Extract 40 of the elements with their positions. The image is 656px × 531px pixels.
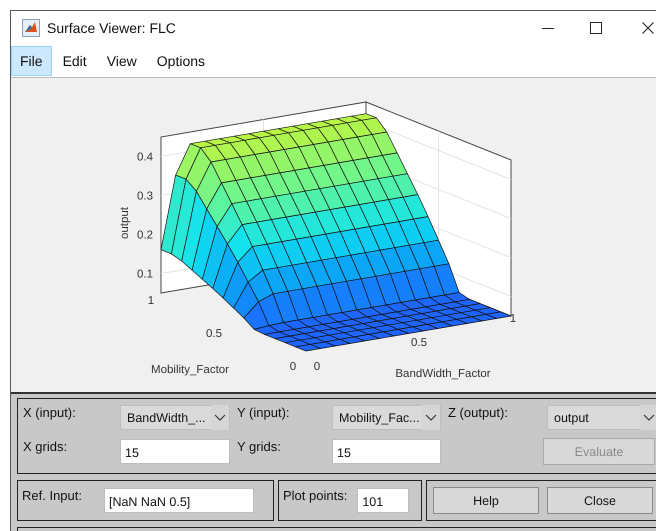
- dropdown[interactable]: Mobility_Fac...: [332, 405, 441, 430]
- caret-icon: [211, 405, 229, 430]
- dropdown[interactable]: BandWidth_...: [120, 405, 230, 430]
- menu-item[interactable]: File: [11, 46, 52, 76]
- app-logo-icon: [22, 19, 40, 37]
- field-label: X grids:: [23, 439, 68, 454]
- axis-tick-label: 0.5: [206, 328, 222, 340]
- field-label: Ref. Input:: [22, 488, 82, 503]
- field-label: Z (output):: [448, 405, 509, 420]
- menu-item[interactable]: Edit: [54, 46, 96, 76]
- field-label: Y grids:: [237, 439, 282, 454]
- axis-tick-label: 0.4: [137, 152, 153, 164]
- axis-tick-label: 0: [314, 361, 320, 373]
- close-icon[interactable]: [642, 22, 654, 34]
- dropdown[interactable]: output: [547, 405, 656, 430]
- field-label: X (input):: [23, 405, 77, 420]
- axis-tick-label: 0.3: [137, 190, 153, 202]
- caret-icon: [640, 405, 656, 430]
- input-field[interactable]: 15: [120, 439, 230, 464]
- x-axis-label: BandWidth_Factor: [395, 368, 491, 380]
- input-field[interactable]: 15: [332, 439, 441, 464]
- caret-icon: [422, 405, 440, 430]
- axis-tick-label: 0.5: [411, 337, 427, 349]
- maximize-icon[interactable]: [590, 22, 602, 34]
- input-field[interactable]: [NaN NaN 0.5]: [104, 488, 254, 513]
- y-axis-label: Mobility_Factor: [151, 364, 229, 376]
- dialog-button[interactable]: Close: [547, 487, 653, 514]
- axis-tick-label: 0.2: [137, 230, 153, 242]
- axis-tick-label: 1: [148, 295, 154, 307]
- field-label: Y (input):: [237, 405, 291, 420]
- input-field[interactable]: 101: [357, 488, 410, 513]
- window-title: Surface Viewer: FLC: [47, 20, 176, 36]
- z-axis-label: output: [119, 207, 131, 239]
- axis-tick-label: 0: [290, 361, 296, 373]
- axis-tick-label: 0.1: [137, 268, 153, 280]
- axis-tick-label: 1: [510, 313, 516, 325]
- menu-item[interactable]: Options: [148, 46, 214, 76]
- dialog-button[interactable]: Help: [433, 487, 539, 514]
- menu-item[interactable]: View: [98, 46, 146, 76]
- field-label: Plot points:: [283, 488, 348, 503]
